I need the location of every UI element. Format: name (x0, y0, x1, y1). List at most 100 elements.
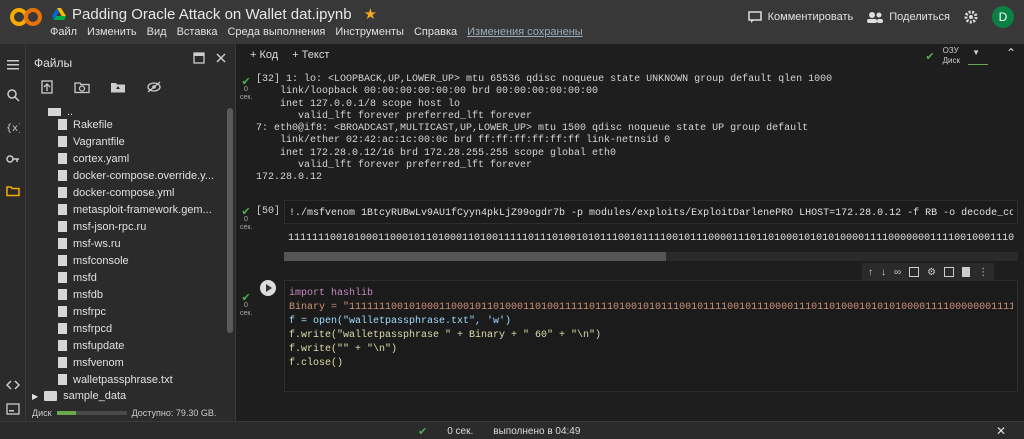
file-icon (58, 187, 67, 198)
file-item[interactable]: metasploit-framework.gem... (26, 201, 226, 218)
star-icon[interactable]: ★ (364, 5, 377, 23)
menu-insert[interactable]: Вставка (177, 26, 218, 38)
people-icon (867, 12, 884, 23)
file-name: msf-json-rpc.ru (73, 220, 147, 233)
folder-icon[interactable] (6, 184, 20, 198)
more-icon[interactable]: ⋮ (978, 267, 988, 278)
cell-toolbar: ↑ ↓ ∞ ⚙ ⋮ (862, 263, 995, 281)
menu-view[interactable]: Вид (147, 26, 167, 38)
gear-icon[interactable]: ⚙ (927, 267, 936, 278)
key-icon[interactable] (6, 152, 20, 166)
mount-drive-icon[interactable] (110, 80, 126, 94)
file-item[interactable]: msfrpc (26, 303, 226, 320)
comment-button[interactable]: Комментировать (747, 11, 854, 23)
search-icon[interactable] (6, 88, 20, 102)
sample-data-folder[interactable]: ▶ sample_data (32, 390, 126, 402)
folder-icon (44, 391, 58, 401)
terminal-icon[interactable] (6, 402, 20, 416)
code-line: f.close() (289, 357, 1013, 371)
add-text-button[interactable]: + Текст (292, 49, 329, 61)
menu-tools[interactable]: Инструменты (335, 26, 404, 38)
menu-edit[interactable]: Изменить (87, 26, 137, 38)
file-icon (58, 374, 67, 385)
disk-available: Доступно: 79.30 GB. (131, 408, 217, 418)
disk-label: Диск (32, 408, 52, 418)
file-item[interactable]: msfupdate (26, 337, 226, 354)
avatar[interactable]: D (992, 6, 1014, 28)
saved-status[interactable]: Изменения сохранены (467, 26, 583, 38)
file-item[interactable]: walletpassphrase.txt (26, 371, 226, 388)
file-icon (58, 204, 67, 215)
code-line-1: import hashlib (289, 288, 374, 299)
cell-3-code[interactable]: import hashlib Binary = "111111100101000… (284, 280, 1018, 392)
file-icon (58, 136, 67, 147)
upload-icon[interactable] (40, 80, 54, 94)
variables-icon[interactable]: {x} (6, 120, 20, 134)
disk-usage-fill (56, 411, 77, 415)
code-line-8: f.close() (289, 358, 344, 369)
folder-name: sample_data (63, 390, 127, 402)
file-item[interactable]: msfrpcd (26, 320, 226, 337)
comment-label: Комментировать (767, 11, 854, 23)
file-item[interactable]: Vagrantfile (26, 133, 226, 150)
cell-1-exec-count: [32] (256, 74, 281, 85)
file-item[interactable]: msf-json-rpc.ru (26, 218, 226, 235)
move-down-icon[interactable]: ↓ (881, 267, 886, 278)
delete-icon[interactable] (962, 267, 971, 277)
cell-2-exec-count: [50] (256, 206, 281, 217)
file-item[interactable]: msfconsole (26, 252, 226, 269)
parent-dir-label: .. (67, 108, 74, 116)
close-icon[interactable]: ✕ (996, 424, 1006, 438)
files-scrollbar[interactable] (227, 108, 233, 333)
cell-2-code[interactable]: !./msfvenom 1BtcyRUBwLv9AU1fCyyn4pkLjZ99… (284, 200, 1018, 224)
file-item[interactable]: msfvenom (26, 354, 226, 371)
hide-files-icon[interactable] (146, 80, 162, 94)
file-item[interactable]: msf-ws.ru (26, 235, 226, 252)
gear-icon[interactable] (964, 10, 978, 24)
comment-icon[interactable] (909, 267, 920, 277)
menu-help[interactable]: Справка (414, 26, 457, 38)
open-in-tab-icon[interactable] (193, 52, 205, 64)
colab-logo[interactable] (8, 6, 44, 28)
mirror-icon[interactable] (944, 267, 955, 277)
status-bar: ✔ 0 сек. выполнено в 04:49 ✕ (0, 421, 1024, 439)
check-icon: ✔ (418, 426, 428, 438)
code-snippets-icon[interactable] (6, 378, 20, 392)
file-icon (58, 272, 67, 283)
file-item[interactable]: cortex.yaml (26, 150, 226, 167)
menu-runtime[interactable]: Среда выполнения (227, 26, 325, 38)
file-item[interactable]: docker-compose.override.y... (26, 167, 226, 184)
drive-icon (52, 8, 66, 20)
move-up-icon[interactable]: ↑ (868, 267, 873, 278)
run-cell-button[interactable] (260, 280, 276, 296)
file-item[interactable]: Rakefile (26, 116, 226, 133)
file-item[interactable]: docker-compose.yml (26, 184, 226, 201)
chevron-down-icon[interactable]: ▼ (972, 48, 980, 57)
file-item[interactable]: msfd (26, 269, 226, 286)
refresh-folder-icon[interactable] (74, 80, 90, 94)
cell-1-time: 0 сек. (240, 86, 253, 101)
add-code-button[interactable]: + Код (250, 49, 278, 61)
collapse-icon[interactable]: ⌃ (1006, 46, 1016, 60)
cell-2-time: 0 сек. (240, 216, 253, 231)
file-name: msfvenom (73, 356, 124, 369)
toc-icon[interactable] (6, 58, 20, 72)
horizontal-scrollbar[interactable] (284, 252, 1018, 261)
expand-arrow-icon: ▶ (32, 391, 39, 401)
close-icon[interactable] (215, 52, 227, 64)
file-name: Rakefile (73, 118, 113, 131)
file-icon (58, 306, 67, 317)
file-item[interactable]: msfdb (26, 286, 226, 303)
file-name: msfd (73, 271, 97, 284)
share-label: Поделиться (889, 11, 950, 23)
check-icon: ✔ (241, 206, 251, 218)
file-name: cortex.yaml (73, 152, 130, 165)
file-name: msfupdate (73, 339, 125, 352)
code-line-6: f.write("walletpassphrase " + Binary + "… (289, 330, 602, 341)
notebook-title[interactable]: Padding Oracle Attack on Wallet dat.ipyn… (72, 6, 352, 23)
menu-file[interactable]: Файл (50, 26, 77, 38)
parent-dir[interactable]: .. (26, 108, 226, 116)
share-button[interactable]: Поделиться (867, 11, 950, 23)
file-icon (58, 255, 67, 266)
link-icon[interactable]: ∞ (894, 267, 901, 278)
